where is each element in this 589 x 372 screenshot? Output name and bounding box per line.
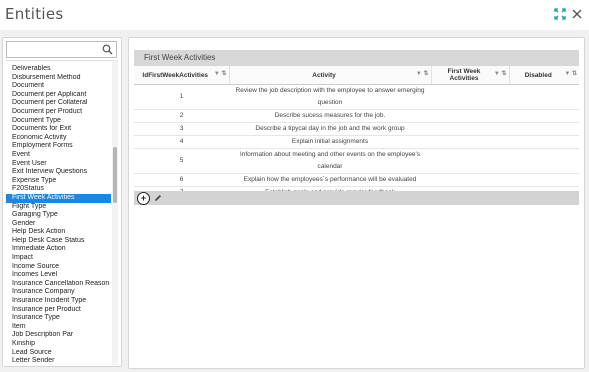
search-input[interactable]: [6, 41, 117, 58]
table-cell: [509, 173, 579, 187]
list-item[interactable]: Insurance per Product: [6, 306, 111, 315]
list-item[interactable]: Expense Type: [6, 177, 111, 186]
table-cell: [431, 84, 509, 110]
column-header[interactable]: IdFirstWeekActivities ▼ ⇅: [134, 66, 230, 85]
title-bar: Entities: [0, 0, 589, 30]
list-item[interactable]: Event User: [6, 160, 111, 169]
table-cell: [431, 148, 509, 174]
grid-footer: +: [134, 191, 579, 205]
table-row[interactable]: 5 Information about meeting and other eve…: [134, 148, 579, 174]
sort-icon[interactable]: ⇅: [500, 71, 506, 77]
list-item[interactable]: Letter Sender: [6, 357, 111, 365]
table-cell: [509, 109, 579, 123]
list-item[interactable]: Document per Applicant: [6, 91, 111, 100]
table-cell: Describe sucess measures for the job.: [229, 109, 431, 123]
table-cell: 1: [134, 84, 229, 110]
list-item[interactable]: Job Description Par: [6, 331, 111, 340]
list-item[interactable]: First Week Activities: [6, 193, 111, 203]
content-area: Deliverables Disbursement Method Document D…: [0, 30, 589, 372]
expand-icon[interactable]: [553, 7, 567, 21]
table-cell: [431, 122, 509, 136]
data-grid: First Week Activities IdFirstWeekActivit…: [134, 50, 579, 207]
table-row[interactable]: 3 Describe a tipycal day in the job and t…: [134, 122, 579, 136]
entity-list[interactable]: Deliverables Disbursement Method Document D…: [6, 60, 118, 365]
list-item[interactable]: Document per Collateral: [6, 99, 111, 108]
list-item[interactable]: Insurance Incident Type: [6, 297, 111, 306]
scrollbar-thumb[interactable]: [113, 147, 117, 203]
table-cell: 2: [134, 109, 229, 123]
list-item[interactable]: Help Desk Action: [6, 228, 111, 237]
list-item[interactable]: Document per Product: [6, 108, 111, 117]
sort-icon[interactable]: ⇅: [422, 71, 428, 77]
table-cell: 6: [134, 173, 229, 187]
grid-title: First Week Activities: [134, 50, 579, 66]
table-cell: Describe a tipycal day in the job and th…: [229, 122, 431, 136]
table-row[interactable]: 1 Review the job description with the emp…: [134, 84, 579, 110]
column-header[interactable]: First Week Activities ▼ ⇅: [431, 66, 510, 85]
list-item[interactable]: Help Desk Case Status: [6, 237, 111, 246]
close-icon[interactable]: [570, 7, 584, 21]
table-row[interactable]: 4 Explain initial assignments: [134, 135, 579, 149]
sort-icon[interactable]: ⇅: [220, 71, 226, 77]
list-item[interactable]: Event: [6, 151, 111, 160]
table-cell: [431, 173, 509, 187]
table-cell: [509, 135, 579, 149]
sort-icon[interactable]: ⇅: [570, 71, 577, 77]
list-item[interactable]: Insurance Type: [6, 314, 111, 323]
add-button[interactable]: +: [137, 192, 150, 205]
list-item[interactable]: Insurance Cancellation Reason: [6, 280, 111, 289]
list-item[interactable]: Garaging Type: [6, 211, 111, 220]
page-title: Entities: [5, 5, 64, 23]
list-item[interactable]: Deliverables: [6, 65, 111, 74]
list-item[interactable]: Flight Type: [6, 203, 111, 212]
table-row[interactable]: 6 Explain how the employees´s performance…: [134, 173, 579, 187]
column-header[interactable]: Disabled ▼ ⇅: [509, 66, 579, 85]
column-header-label: First Week Activities: [447, 68, 481, 82]
table-cell: Review the job description with the empl…: [229, 84, 431, 110]
grid-panel: First Week Activities IdFirstWeekActivit…: [128, 37, 585, 369]
column-header-label: Disabled: [524, 71, 552, 79]
column-header[interactable]: Activity ▼ ⇅: [229, 66, 432, 85]
table-cell: 5: [134, 148, 229, 174]
table-cell: 4: [134, 135, 229, 149]
column-header-label: Activity: [312, 71, 336, 79]
list-item[interactable]: Income Source: [6, 263, 111, 272]
search-icon[interactable]: [102, 44, 113, 55]
activities-table: IdFirstWeekActivities ▼ ⇅ Activity ▼ ⇅ First…: [134, 66, 579, 200]
pencil-icon[interactable]: [154, 194, 162, 202]
list-item[interactable]: Item: [6, 323, 111, 332]
list-item[interactable]: Insurance Company: [6, 288, 111, 297]
entity-panel: Deliverables Disbursement Method Document D…: [2, 37, 122, 367]
list-item[interactable]: Incomes Level: [6, 271, 111, 280]
table-cell: [509, 148, 579, 174]
list-item[interactable]: Economic Activity: [6, 134, 111, 143]
list-item[interactable]: Kinship: [6, 340, 111, 349]
list-item[interactable]: Document Type: [6, 117, 111, 126]
list-item[interactable]: Disbursement Method: [6, 74, 111, 83]
list-item[interactable]: Immediate Action: [6, 245, 111, 254]
table-cell: 3: [134, 122, 229, 136]
table-cell: [509, 122, 579, 136]
list-item[interactable]: Document: [6, 82, 111, 91]
list-item[interactable]: Gender: [6, 220, 111, 229]
list-item[interactable]: Lead Source: [6, 349, 111, 358]
list-scrollbar[interactable]: [112, 61, 118, 365]
table-cell: [431, 135, 509, 149]
list-item[interactable]: Impact: [6, 254, 111, 263]
table-cell: Explain how the employees´s performance …: [229, 173, 431, 187]
table-cell: Explain initial assignments: [229, 135, 431, 149]
table-cell: Information about meeting and other even…: [229, 148, 431, 174]
list-item[interactable]: Exit Interview Questions: [6, 168, 111, 177]
list-item[interactable]: Employment Forms: [6, 142, 111, 151]
table-row[interactable]: 2 Describe sucess measures for the job.: [134, 109, 579, 123]
column-header-label: IdFirstWeekActivities: [142, 71, 209, 79]
list-item[interactable]: F20Status: [6, 185, 111, 194]
table-cell: [431, 109, 509, 123]
table-cell: [509, 84, 579, 110]
list-item[interactable]: Documents for Exit: [6, 125, 111, 134]
